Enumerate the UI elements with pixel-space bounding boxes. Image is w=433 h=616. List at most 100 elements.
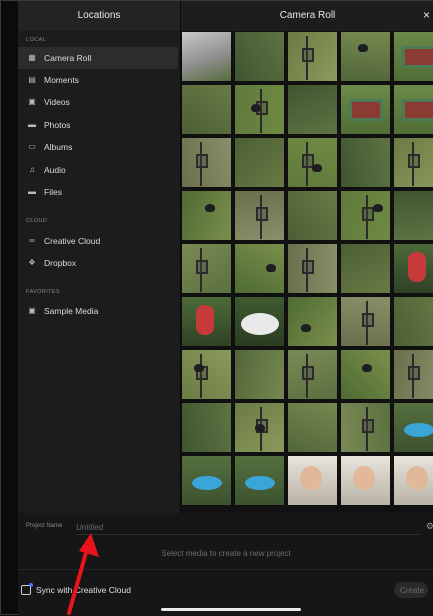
photo-thumbnail[interactable] [234,243,285,294]
feeder-shape [408,366,420,380]
photo-thumbnail[interactable] [181,243,232,294]
photo-thumbnail[interactable] [340,137,391,188]
camera-roll-icon: ▦ [28,53,36,62]
sidebar-item-files[interactable]: ▬ Files [18,181,178,203]
bird-shape [255,424,265,432]
photo-thumbnail[interactable] [181,349,232,400]
sidebar-item-label: Audio [44,165,66,175]
bird-shape [358,44,368,52]
project-name-label: Project Name [26,523,63,529]
sidebar-item-videos[interactable]: ▣ Videos [18,91,178,113]
photo-thumbnail[interactable] [234,190,285,241]
photo-thumbnail[interactable] [287,349,338,400]
photo-thumbnail[interactable] [393,137,433,188]
sidebar-item-dropbox[interactable]: ❖ Dropbox [18,252,178,274]
photo-thumbnail[interactable] [393,349,433,400]
sync-checkbox[interactable] [21,583,33,595]
sidebar-item-moments[interactable]: ▤ Moments [18,69,178,91]
photo-thumbnail[interactable] [340,349,391,400]
face-shape [300,466,322,490]
photo-thumbnail[interactable] [181,296,232,347]
photo-thumbnail[interactable] [181,31,232,82]
pool-shape [245,476,275,490]
locations-header: Locations [18,1,180,31]
feeder-shape [196,260,208,274]
photo-thumbnail[interactable] [287,243,338,294]
photo-thumbnail[interactable] [234,349,285,400]
feeder-shape [362,419,374,433]
project-name-input[interactable] [76,520,421,535]
photo-thumbnail[interactable] [234,455,285,506]
photo-thumbnail[interactable] [181,84,232,135]
photo-thumbnail[interactable] [393,31,433,82]
photo-thumbnail[interactable] [393,84,433,135]
photo-thumbnail[interactable] [287,31,338,82]
sidebar-item-sample-media[interactable]: ▣ Sample Media [18,300,178,322]
sidebar-item-creative-cloud[interactable]: ∞ Creative Cloud [18,230,178,252]
photo-thumbnail[interactable] [181,137,232,188]
feeder-shape [302,48,314,62]
person-shape [408,252,426,282]
sidebar-item-label: Sample Media [44,306,99,316]
sidebar-item-label: Creative Cloud [44,236,101,246]
feeder-shape [402,99,433,121]
feeder-shape [349,99,383,121]
sidebar-item-photos[interactable]: ▬ Photos [18,114,178,136]
photo-thumbnail[interactable] [393,243,433,294]
photo-thumbnail[interactable] [393,296,433,347]
face-shape [353,466,375,490]
photo-thumbnail[interactable] [234,84,285,135]
sidebar-item-albums[interactable]: ▭ Albums [18,136,178,158]
close-icon[interactable]: × [423,8,430,22]
create-project-hint: Select media to create a new project [161,549,291,558]
dish-shape [241,313,279,335]
locations-title: Locations [77,10,121,21]
albums-icon: ▭ [28,142,36,151]
divider [18,569,433,570]
photo-thumbnail[interactable] [234,31,285,82]
sidebar-item-camera-roll[interactable]: ▦ Camera Roll [18,47,178,69]
photo-thumbnail[interactable] [340,190,391,241]
photo-thumbnail[interactable] [234,402,285,453]
sidebar-item-audio[interactable]: ♫ Audio [18,159,178,181]
creative-cloud-icon: ∞ [29,236,35,245]
photo-thumbnail[interactable] [340,296,391,347]
photo-thumbnail[interactable] [181,190,232,241]
photo-thumbnail[interactable] [340,402,391,453]
photo-thumbnail[interactable] [393,455,433,506]
photo-thumbnail[interactable] [340,31,391,82]
photo-thumbnail[interactable] [287,296,338,347]
audio-icon: ♫ [29,165,35,174]
feeder-shape [362,313,374,327]
dropbox-icon: ❖ [28,258,36,267]
locations-sidebar: LOCAL ▦ Camera Roll ▤ Moments ▣ Videos ▬… [18,31,180,513]
photo-thumbnail[interactable] [181,455,232,506]
section-label-local: LOCAL [26,37,47,43]
photo-thumbnail[interactable] [393,402,433,453]
feeder-shape [302,366,314,380]
gear-icon[interactable]: ⚙ [426,521,433,532]
create-button[interactable]: Create [394,582,428,598]
photo-thumbnail[interactable] [287,455,338,506]
sync-with-creative-cloud[interactable]: Sync with Creative Cloud [21,583,131,595]
photo-thumbnail[interactable] [340,243,391,294]
photo-thumbnail[interactable] [287,190,338,241]
bird-shape [251,104,261,112]
bird-shape [362,364,372,372]
photo-thumbnail[interactable] [287,84,338,135]
moments-icon: ▤ [28,75,36,84]
camera-roll-grid [181,31,433,513]
sidebar-item-label: Photos [44,120,71,130]
photo-thumbnail[interactable] [340,84,391,135]
photo-thumbnail[interactable] [287,137,338,188]
pool-shape [404,423,433,437]
photo-thumbnail[interactable] [287,402,338,453]
sync-label: Sync with Creative Cloud [36,585,131,595]
sidebar-item-label: Moments [44,75,79,85]
photo-thumbnail[interactable] [340,455,391,506]
photo-thumbnail[interactable] [234,296,285,347]
photo-thumbnail[interactable] [234,137,285,188]
photo-thumbnail[interactable] [393,190,433,241]
photo-thumbnail[interactable] [181,402,232,453]
project-panel: Project Name ⚙ Select media to create a … [18,513,433,616]
